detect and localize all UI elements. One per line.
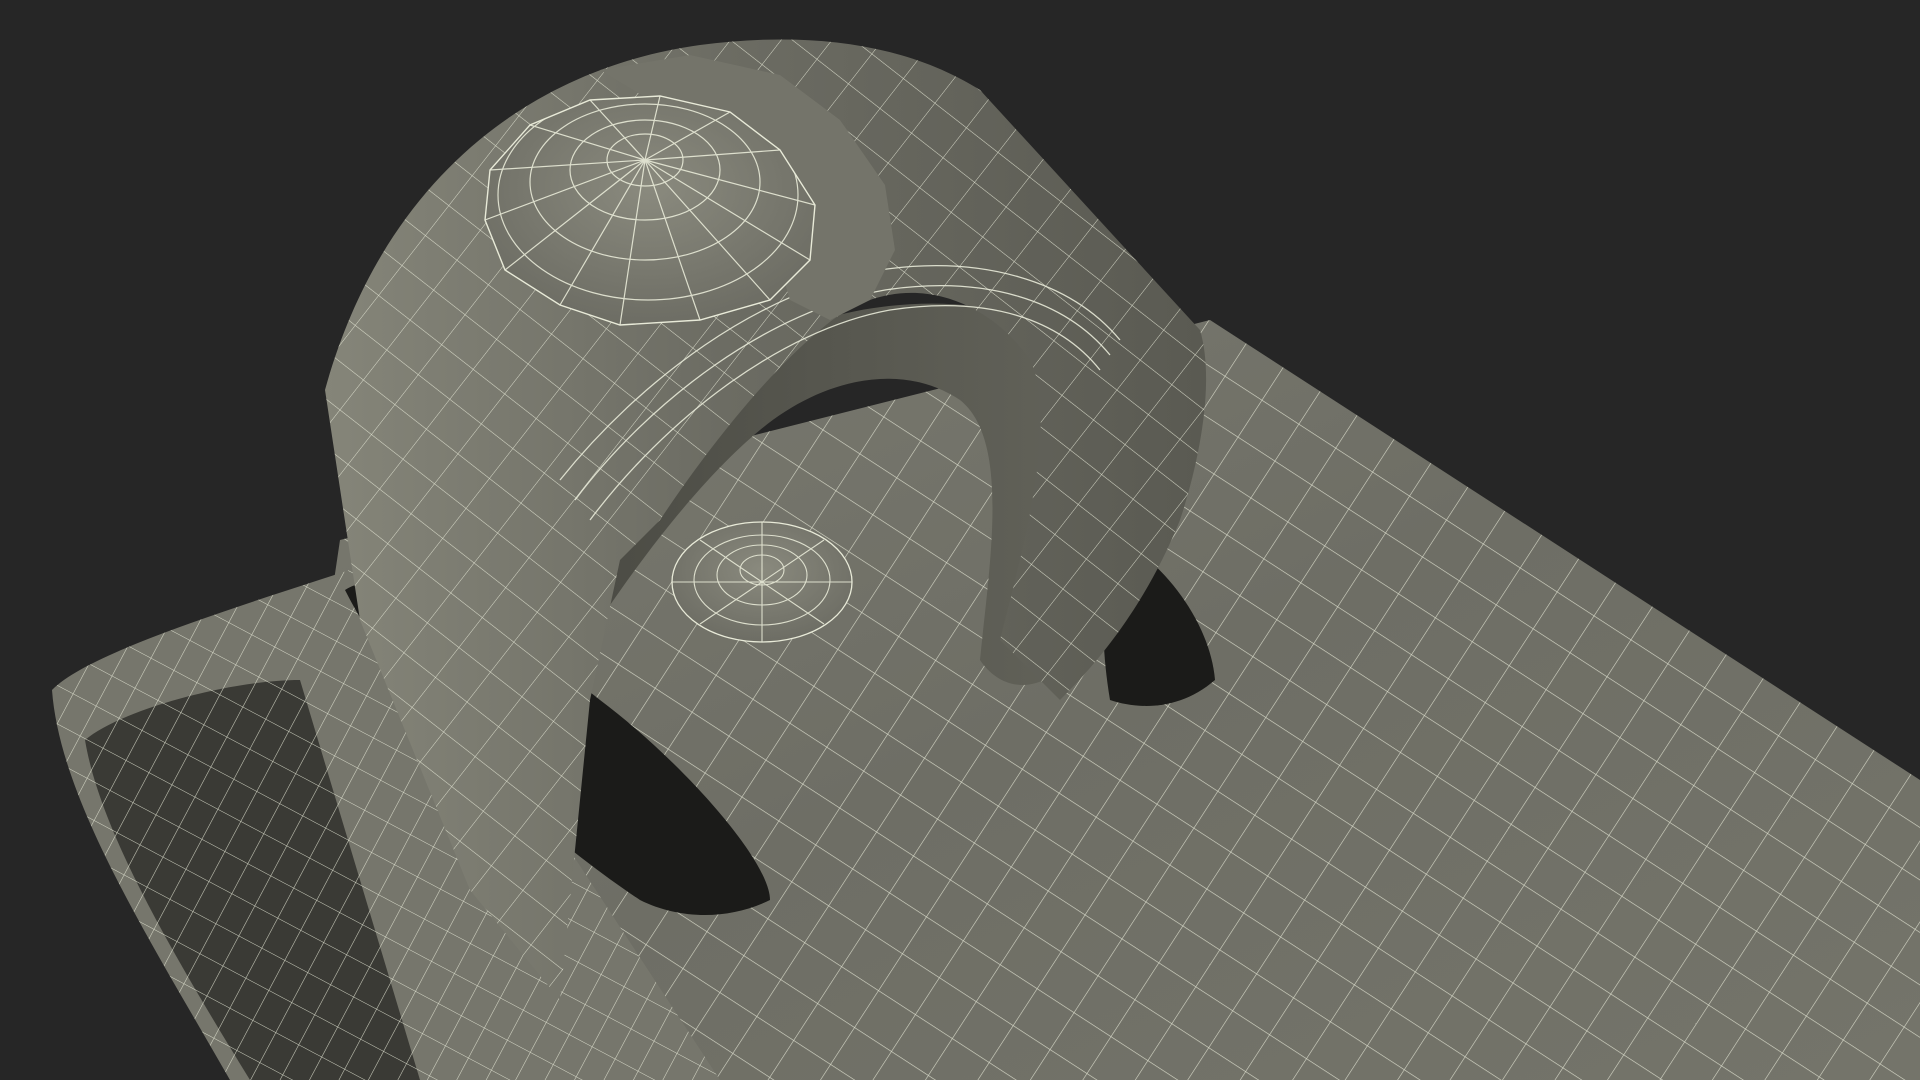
render-viewport xyxy=(0,0,1920,1080)
wireframe-render xyxy=(0,0,1920,1080)
snap-button-inner xyxy=(671,521,853,643)
